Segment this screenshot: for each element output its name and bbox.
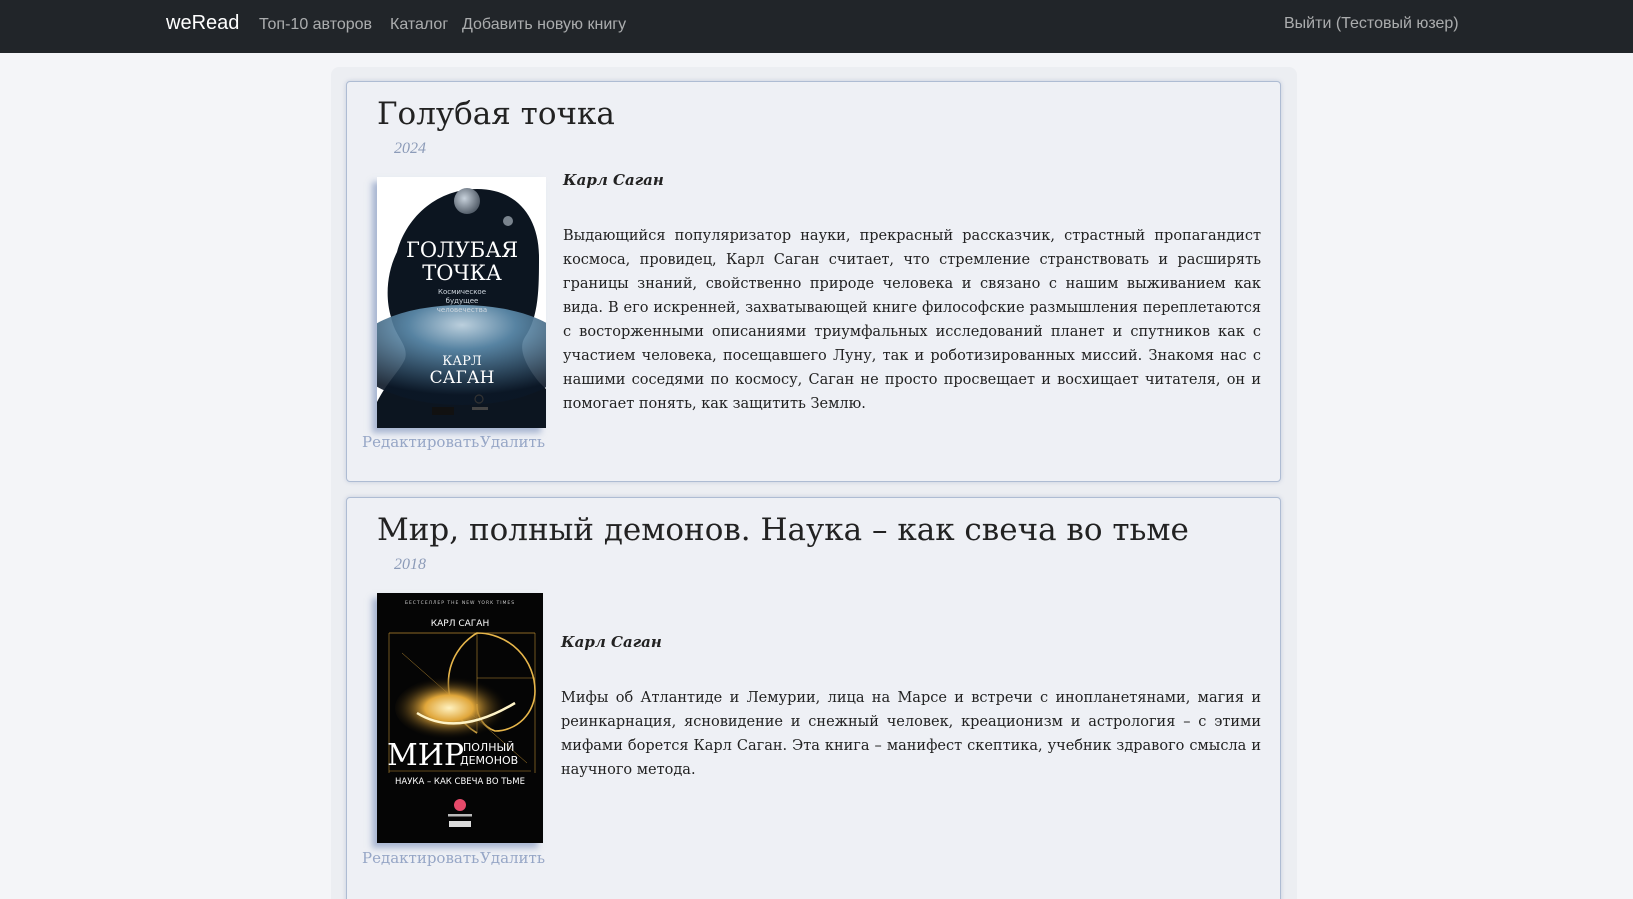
book-card: Мир, полный демонов. Наука – как свеча в… [346,497,1281,899]
book-year: 2024 [394,140,426,157]
cover-subtitle: НАУКА – КАК СВЕЧА ВО ТЬМЕ [395,777,525,787]
cover-title-big: МИР [387,738,464,773]
nav-catalog[interactable]: Каталог [390,16,448,34]
cover-author-line2: САГАН [430,368,495,388]
cover-author-line1: КАРЛ [442,354,482,369]
cover-title-line1: ГОЛУБАЯ [406,238,518,262]
book-author: Карл Саган [561,633,662,651]
book-title: Голубая точка [377,96,615,132]
edit-link[interactable]: Редактировать [362,849,479,867]
cover-top-line: БЕСТСЕЛЛЕР THE NEW YORK TIMES [405,600,515,606]
book-cover-image: БЕСТСЕЛЛЕР THE NEW YORK TIMES КАРЛ САГАН… [377,593,543,843]
logout-link[interactable]: Выйти (Тестовый юзер) [1284,15,1459,33]
book-description: Мифы об Атлантиде и Лемурии, лица на Мар… [561,690,1261,778]
edit-link[interactable]: Редактировать [362,433,479,451]
brand-link[interactable]: weRead [166,12,239,35]
delete-link[interactable]: Удалить [480,433,545,451]
book-card: Голубая точка 2024 ГОЛУБАЯ ТОЧКА Космиче… [346,81,1281,482]
nav-top-authors[interactable]: Топ-10 авторов [259,16,372,34]
delete-link[interactable]: Удалить [480,849,545,867]
cover-subtitle-3: человечества [437,306,487,314]
nav-add-book[interactable]: Добавить новую книгу [462,16,626,34]
top-navbar: weRead Топ-10 авторов Каталог Добавить н… [0,0,1633,53]
book-cover-image: ГОЛУБАЯ ТОЧКА Космическое будущее челове… [377,177,546,428]
cover-subtitle-1: Космическое [438,288,486,296]
book-author: Карл Саган [563,171,664,189]
book-title: Мир, полный демонов. Наука – как свеча в… [377,512,1189,548]
cover-author: КАРЛ САГАН [431,619,489,629]
cover-title-line2: ТОЧКА [422,261,502,285]
book-year: 2018 [394,556,426,573]
cover-title-small2: ДЕМОНОВ [460,754,518,767]
cover-subtitle-2: будущее [446,297,479,305]
book-list-container: Голубая точка 2024 ГОЛУБАЯ ТОЧКА Космиче… [331,67,1297,899]
cover-title-small1: ПОЛНЫЙ [463,741,514,754]
book-description: Выдающийся популяризатор науки, прекрасн… [563,228,1261,412]
